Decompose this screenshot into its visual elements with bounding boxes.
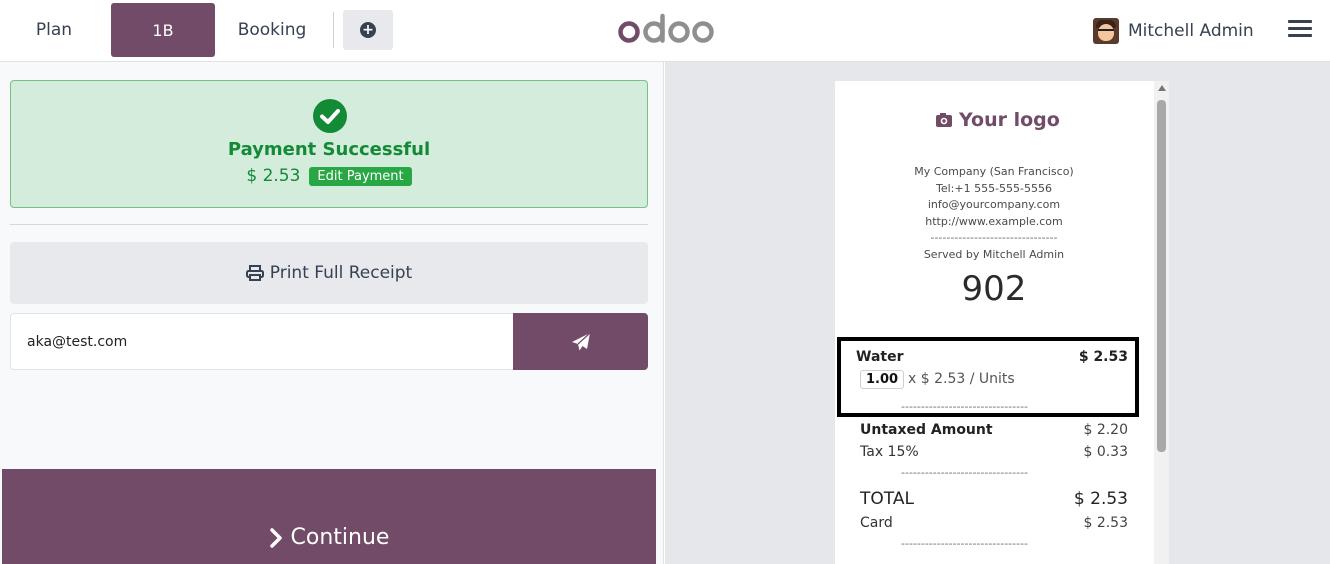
scrollbar-thumb[interactable] xyxy=(1157,100,1166,452)
hamburger-menu-icon[interactable] xyxy=(1288,20,1312,42)
payment-amount: $ 2.53 xyxy=(246,166,301,186)
receipt: Your logo My Company (San Francisco) Tel… xyxy=(835,81,1169,564)
payment-panel: Payment Successful $ 2.53 Edit Payment P… xyxy=(0,62,664,564)
order-line-qty: 1.00 xyxy=(860,370,905,389)
nav-divider xyxy=(333,12,334,48)
check-circle-icon xyxy=(313,99,347,133)
nav-booking-button[interactable]: Booking xyxy=(222,3,322,57)
avatar xyxy=(1093,18,1119,44)
plus-circle-icon: + xyxy=(360,22,376,38)
logo-text: Your logo xyxy=(959,109,1060,131)
company-name: My Company (San Francisco) xyxy=(914,165,1074,178)
receipt-panel: Your logo My Company (San Francisco) Tel… xyxy=(665,62,1330,564)
camera-icon xyxy=(936,113,952,127)
new-order-button[interactable]: + xyxy=(343,10,393,50)
email-input[interactable] xyxy=(10,313,514,370)
payment-amount-row: $ 2.53 Edit Payment xyxy=(11,166,647,186)
untaxed-label: Untaxed Amount xyxy=(860,422,993,438)
continue-button[interactable]: Continue xyxy=(2,469,656,564)
paper-plane-icon xyxy=(571,332,590,350)
receipt-separator: -------------------------------- xyxy=(930,231,1058,244)
divider xyxy=(10,224,648,225)
company-logo: Your logo xyxy=(935,109,1060,131)
user-menu[interactable]: Mitchell Admin xyxy=(1093,14,1254,48)
scroll-up-arrow-icon[interactable] xyxy=(1158,85,1166,91)
top-navbar: Plan 1B Booking + Mitchell Admin xyxy=(0,0,1330,62)
company-info: My Company (San Francisco) Tel:+1 555-55… xyxy=(835,164,1153,263)
order-number: 902 xyxy=(961,269,1027,309)
nav-plan-button[interactable]: Plan xyxy=(0,3,108,57)
tax-value: $ 0.33 xyxy=(1083,444,1128,460)
receipt-separator: -------------------------------- xyxy=(901,400,1029,413)
receipt-separator: -------------------------------- xyxy=(901,537,1029,550)
continue-label: Continue xyxy=(290,525,390,550)
edit-payment-button[interactable]: Edit Payment xyxy=(309,166,412,186)
tax-label: Tax 15% xyxy=(860,444,919,460)
print-full-receipt-button[interactable]: Print Full Receipt xyxy=(10,242,648,304)
untaxed-value: $ 2.20 xyxy=(1083,422,1128,438)
send-email-button[interactable] xyxy=(513,313,648,370)
total-label: TOTAL xyxy=(860,489,914,509)
total-value: $ 2.53 xyxy=(1073,489,1128,509)
order-line-product: Water xyxy=(856,349,904,365)
card-label: Card xyxy=(860,515,893,531)
receipt-scrollbar[interactable] xyxy=(1154,81,1169,564)
company-tel: Tel:+1 555-555-5556 xyxy=(935,181,1052,195)
order-line-price: $ 2.53 xyxy=(1078,349,1128,365)
printer-icon xyxy=(245,265,264,281)
chevron-right-icon xyxy=(269,527,282,548)
served-by: Served by Mitchell Admin xyxy=(923,247,1065,261)
print-full-receipt-label: Print Full Receipt xyxy=(269,263,413,283)
receipt-separator: -------------------------------- xyxy=(901,466,1029,479)
payment-success-box: Payment Successful $ 2.53 Edit Payment xyxy=(10,80,648,208)
nav-table-button[interactable]: 1B xyxy=(111,3,215,57)
order-line-unit-price: x $ 2.53 / Units xyxy=(908,371,1015,387)
odoo-logo xyxy=(618,13,714,43)
payment-status-title: Payment Successful xyxy=(227,139,431,160)
user-name: Mitchell Admin xyxy=(1128,21,1254,41)
company-website: http://www.example.com xyxy=(925,214,1063,228)
company-email: info@yourcompany.com xyxy=(927,198,1061,211)
card-value: $ 2.53 xyxy=(1083,515,1128,531)
